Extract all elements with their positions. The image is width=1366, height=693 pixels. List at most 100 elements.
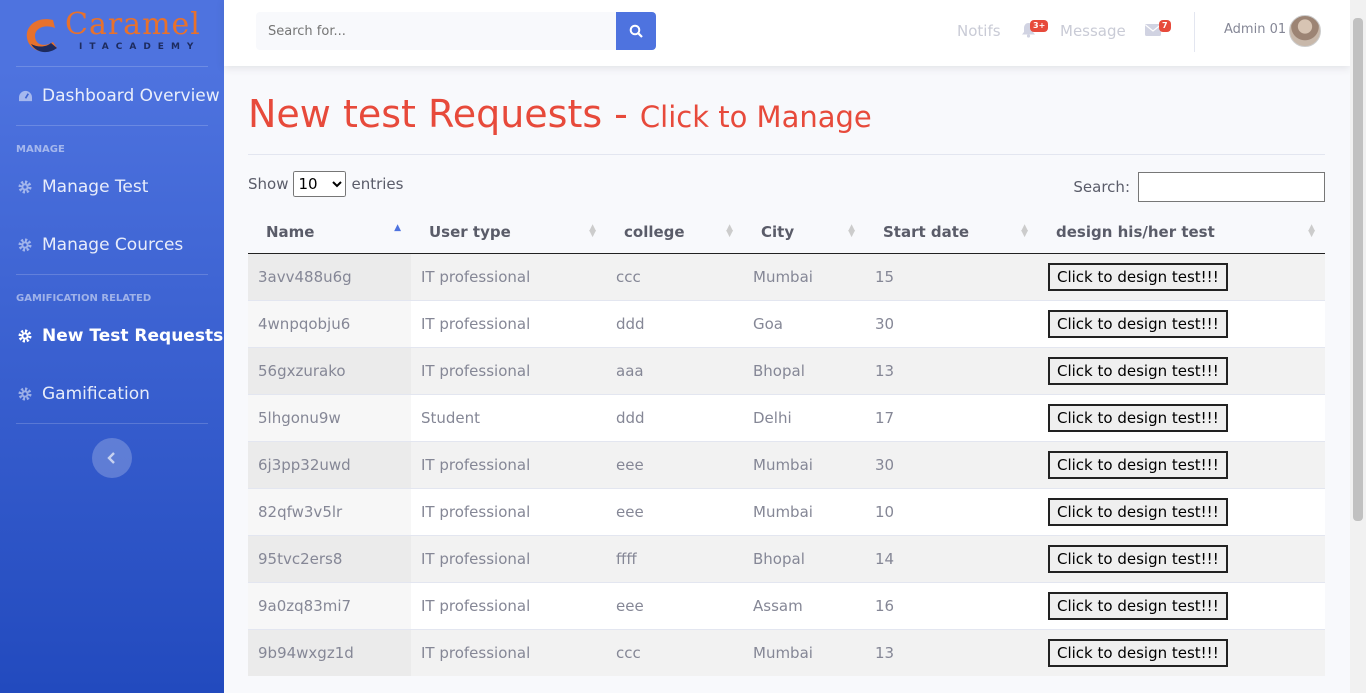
cell-user-type: IT professional: [411, 299, 606, 347]
cell-user-type: IT professional: [411, 252, 606, 300]
cell-name: 9a0zq83mi7: [248, 581, 411, 629]
column-header-user-type[interactable]: User type ▲ ▼: [411, 211, 606, 254]
cell-college: ddd: [606, 393, 743, 441]
table-header-row: Name ▲ User type ▲ ▼ college ▲ ▼ City ▲ ▼ Start…: [248, 211, 1325, 254]
sidebar-item-manage-test[interactable]: Manage Test: [0, 158, 224, 216]
search-icon: [629, 24, 643, 38]
message-badge: 7: [1159, 20, 1171, 32]
cell-start-date: 16: [865, 581, 1038, 629]
page-title: New test Requests - Click to Manage: [248, 92, 1325, 136]
sort-asc-icon: ▲: [394, 223, 401, 233]
design-test-button[interactable]: Click to design test!!!: [1048, 262, 1228, 291]
cell-user-type: IT professional: [411, 440, 606, 488]
cell-college: ffff: [606, 534, 743, 582]
topbar: Notifs 3+ Message 7 Admin 01: [224, 0, 1350, 66]
brand[interactable]: Caramel ITACADEMY: [0, 0, 224, 66]
cell-action: Click to design test!!!: [1038, 252, 1325, 300]
page-title-subtitle: Click to Manage: [639, 100, 872, 134]
requests-table: Name ▲ User type ▲ ▼ college ▲ ▼ City ▲ ▼ Start…: [248, 211, 1325, 676]
cell-college: eee: [606, 581, 743, 629]
search-button[interactable]: [616, 12, 656, 50]
sidebar-item-new-test-requests[interactable]: New Test Requests: [0, 307, 224, 365]
alerts-button[interactable]: 3+: [1021, 20, 1049, 40]
brand-name: Caramel: [65, 7, 201, 42]
design-test-button[interactable]: Click to design test!!!: [1048, 309, 1228, 338]
cell-name: 82qfw3v5lr: [248, 487, 411, 535]
table-search-input[interactable]: [1138, 172, 1325, 202]
column-header-college[interactable]: college ▲ ▼: [606, 211, 743, 254]
cell-college: ccc: [606, 252, 743, 300]
cell-action: Click to design test!!!: [1038, 393, 1325, 441]
cell-name: 4wnpqobju6: [248, 299, 411, 347]
page-scrollbar[interactable]: [1350, 0, 1366, 693]
column-header-label: Start date: [883, 222, 970, 241]
cell-action: Click to design test!!!: [1038, 534, 1325, 582]
entries-length-control: Show 10 entries: [248, 171, 403, 197]
sidebar-item-label: Manage Test: [42, 177, 149, 197]
cell-start-date: 15: [865, 252, 1038, 300]
cell-college: eee: [606, 440, 743, 488]
cell-action: Click to design test!!!: [1038, 299, 1325, 347]
caramel-logo-icon: [26, 19, 57, 53]
topbar-divider: [1194, 12, 1195, 52]
column-header-label: Name: [266, 222, 315, 241]
cell-college: ddd: [606, 299, 743, 347]
column-header-name[interactable]: Name ▲: [248, 211, 411, 254]
cell-city: Mumbai: [743, 628, 865, 676]
sidebar-item-gamification[interactable]: Gamification: [0, 365, 224, 423]
sidebar-heading-gamification: GAMIFICATION RELATED: [16, 293, 152, 304]
user-name[interactable]: Admin 01: [1224, 22, 1286, 37]
sidebar-toggle-button[interactable]: [92, 438, 132, 478]
sidebar-item-label: Dashboard Overview: [42, 86, 220, 106]
messages-button[interactable]: 7: [1145, 20, 1171, 40]
sidebar-item-dashboard[interactable]: Dashboard Overview: [0, 67, 224, 125]
cell-user-type: IT professional: [411, 346, 606, 394]
table-filter: Search:: [1073, 172, 1325, 202]
cell-city: Mumbai: [743, 252, 865, 300]
sort-icon: ▲ ▼: [726, 223, 733, 239]
column-header-start-date[interactable]: Start date ▲ ▼: [865, 211, 1038, 254]
cog-icon: [17, 386, 33, 402]
sort-icon: ▲ ▼: [848, 223, 855, 239]
sort-icon: ▲ ▼: [1021, 223, 1028, 239]
design-test-button[interactable]: Click to design test!!!: [1048, 638, 1228, 667]
scrollbar-thumb[interactable]: [1353, 18, 1363, 521]
entries-select[interactable]: 10: [293, 171, 347, 197]
design-test-button[interactable]: Click to design test!!!: [1048, 403, 1228, 432]
search-input[interactable]: [256, 12, 616, 50]
cell-action: Click to design test!!!: [1038, 628, 1325, 676]
brand-logo[interactable]: Caramel ITACADEMY: [17, 8, 207, 58]
column-header-design[interactable]: design his/her test ▲ ▼: [1038, 211, 1325, 254]
design-test-button[interactable]: Click to design test!!!: [1048, 544, 1228, 573]
column-header-label: college: [624, 222, 685, 241]
table-row: 6j3pp32uwd IT professional eee Mumbai 30…: [248, 440, 1325, 488]
design-test-button[interactable]: Click to design test!!!: [1048, 591, 1228, 620]
cell-start-date: 10: [865, 487, 1038, 535]
notifs-link[interactable]: Notifs: [957, 22, 1001, 40]
table-row: 9a0zq83mi7 IT professional eee Assam 16 …: [248, 581, 1325, 629]
cell-action: Click to design test!!!: [1038, 487, 1325, 535]
cell-action: Click to design test!!!: [1038, 440, 1325, 488]
user-avatar[interactable]: [1289, 15, 1321, 47]
tachometer-icon: [17, 88, 33, 104]
design-test-button[interactable]: Click to design test!!!: [1048, 497, 1228, 526]
cell-name: 6j3pp32uwd: [248, 440, 411, 488]
cell-name: 5lhgonu9w: [248, 393, 411, 441]
table-row: 82qfw3v5lr IT professional eee Mumbai 10…: [248, 487, 1325, 535]
design-test-button[interactable]: Click to design test!!!: [1048, 356, 1228, 385]
cell-city: Bhopal: [743, 346, 865, 394]
table-search-label: Search:: [1073, 178, 1130, 196]
message-link[interactable]: Message: [1060, 22, 1126, 40]
cell-user-type: IT professional: [411, 581, 606, 629]
cell-name: 9b94wxgz1d: [248, 628, 411, 676]
sidebar-item-label: Gamification: [42, 384, 150, 404]
page-title-main: New test Requests: [248, 92, 603, 136]
cell-start-date: 17: [865, 393, 1038, 441]
notifs-badge: 3+: [1030, 20, 1049, 32]
cell-start-date: 13: [865, 346, 1038, 394]
cog-icon: [17, 179, 33, 195]
sidebar-item-manage-cources[interactable]: Manage Cources: [0, 216, 224, 274]
design-test-button[interactable]: Click to design test!!!: [1048, 450, 1228, 479]
brand-tagline: ITACADEMY: [79, 42, 201, 52]
column-header-city[interactable]: City ▲ ▼: [743, 211, 865, 254]
